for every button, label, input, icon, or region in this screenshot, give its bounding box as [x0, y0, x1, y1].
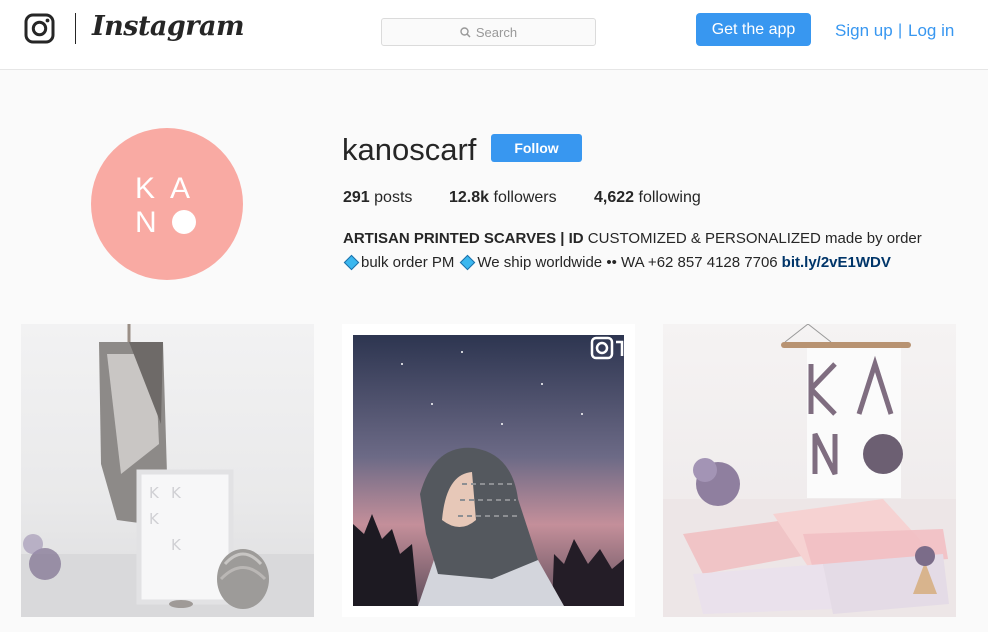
bio-text: CUSTOMIZED & PERSONALIZED made by order — [587, 230, 922, 247]
post-image — [353, 335, 624, 606]
search-input[interactable]: Search — [381, 18, 596, 46]
logo-divider — [75, 13, 76, 44]
svg-text:K: K — [171, 536, 182, 554]
top-nav: Instagram Search Get the app Sign up | L… — [0, 0, 988, 70]
stat-value: 12.8k — [449, 189, 490, 206]
avatar-letter: A — [170, 172, 191, 205]
search-icon — [460, 26, 471, 38]
svg-text:K: K — [149, 484, 160, 502]
stat-label: posts — [374, 189, 413, 206]
stat-value: 291 — [343, 189, 370, 206]
blue-diamond-icon — [343, 254, 360, 271]
log-in-link[interactable]: Log in — [908, 21, 954, 41]
profile-avatar[interactable]: K A N — [91, 128, 243, 280]
bio-line-1: ARTISAN PRINTED SCARVES | ID CUSTOMIZED … — [343, 230, 922, 247]
bio-text: bulk order PM — [361, 254, 455, 271]
post-thumbnail[interactable]: K K K K — [21, 324, 314, 617]
stat-label: followers — [493, 189, 557, 206]
bio-link[interactable]: bit.ly/2vE1WDV — [782, 254, 891, 271]
avatar-letter: N — [135, 206, 157, 239]
bio-text: We ship worldwide •• WA +62 857 4128 770… — [477, 254, 778, 271]
svg-text:K: K — [171, 484, 182, 502]
avatar-letter: K — [135, 172, 158, 205]
get-app-button[interactable]: Get the app — [696, 13, 811, 46]
stat-value: 4,622 — [594, 189, 635, 206]
post-image — [663, 324, 956, 617]
follow-button[interactable]: Follow — [491, 134, 582, 162]
post-image: K K K K — [21, 324, 314, 617]
stat-label: following — [638, 189, 701, 206]
avatar-circle-mark — [172, 210, 196, 234]
instagram-camera-icon[interactable] — [24, 13, 55, 44]
sign-up-link[interactable]: Sign up — [835, 21, 893, 41]
stat-followers[interactable]: 12.8k followers — [449, 189, 557, 207]
auth-divider: | — [898, 22, 903, 39]
post-thumbnail[interactable] — [342, 324, 635, 617]
svg-text:K: K — [149, 510, 160, 528]
search-placeholder: Search — [475, 24, 518, 40]
bio-headline: ARTISAN PRINTED SCARVES | ID — [343, 230, 584, 247]
post-thumbnail[interactable] — [663, 324, 956, 617]
stat-posts: 291 posts — [343, 189, 412, 207]
blue-diamond-icon — [460, 254, 476, 271]
instagram-wordmark[interactable]: Instagram — [92, 11, 245, 42]
stat-following[interactable]: 4,622 following — [594, 189, 701, 207]
profile-username: kanoscarf — [342, 132, 477, 167]
bio-line-2: bulk order PM We ship worldwide •• WA +6… — [343, 254, 891, 271]
